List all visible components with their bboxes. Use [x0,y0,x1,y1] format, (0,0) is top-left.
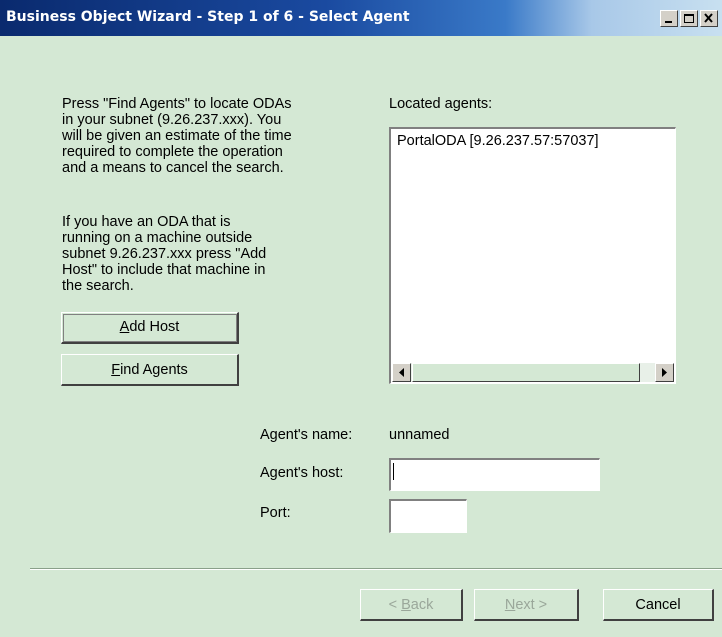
window-title: Business Object Wizard - Step 1 of 6 - S… [6,9,410,25]
scrollbar-thumb[interactable] [412,363,640,382]
find-agents-label: ind Agents [120,362,188,378]
minimize-icon [665,21,672,23]
maximize-icon [684,14,694,23]
port-label: Port: [260,505,291,521]
add-host-mnemonic: A [119,319,130,335]
agent-name-value: unnamed [389,427,450,443]
agent-name-label: Agent's name: [260,427,353,443]
scroll-left-button[interactable] [392,363,411,382]
next-mnemonic: N [504,597,516,613]
close-icon [704,13,713,23]
list-item[interactable]: PortalODA [9.26.237.57:57037] [397,133,599,149]
agent-host-label: Agent's host: [260,465,344,481]
add-host-button[interactable]: Add Host [61,312,239,344]
instructions-find: Press "Find Agents" to locate ODAs in yo… [62,96,292,176]
text-caret [393,463,394,480]
separator-line [30,568,722,570]
next-label: ext > [515,597,548,613]
next-button[interactable]: Next > [474,589,579,621]
close-button[interactable] [700,10,718,27]
title-bar[interactable]: Business Object Wizard - Step 1 of 6 - S… [0,0,722,36]
agent-host-input[interactable] [389,458,600,491]
add-host-label: dd Host [129,319,180,335]
located-agents-list[interactable]: PortalODA [9.26.237.57:57037] [389,127,676,384]
port-input[interactable] [389,499,467,533]
minimize-button[interactable] [660,10,678,27]
arrow-right-icon [662,368,667,377]
agent-host-field-wrap [389,458,600,491]
back-button[interactable]: < Back [360,589,463,621]
back-label: ack [410,597,434,613]
cancel-button[interactable]: Cancel [603,589,714,621]
located-agents-label: Located agents: [389,96,493,112]
scroll-right-button[interactable] [655,363,674,382]
find-agents-button[interactable]: Find Agents [61,354,239,386]
instructions-add-host: If you have an ODA that is running on a … [62,214,267,294]
maximize-button[interactable] [680,10,698,27]
window-controls [660,10,718,27]
back-mnemonic: B [401,597,411,613]
find-agents-mnemonic: F [111,362,121,378]
back-prefix: < [388,597,402,613]
horizontal-scrollbar[interactable] [392,363,674,382]
arrow-left-icon [399,368,404,377]
